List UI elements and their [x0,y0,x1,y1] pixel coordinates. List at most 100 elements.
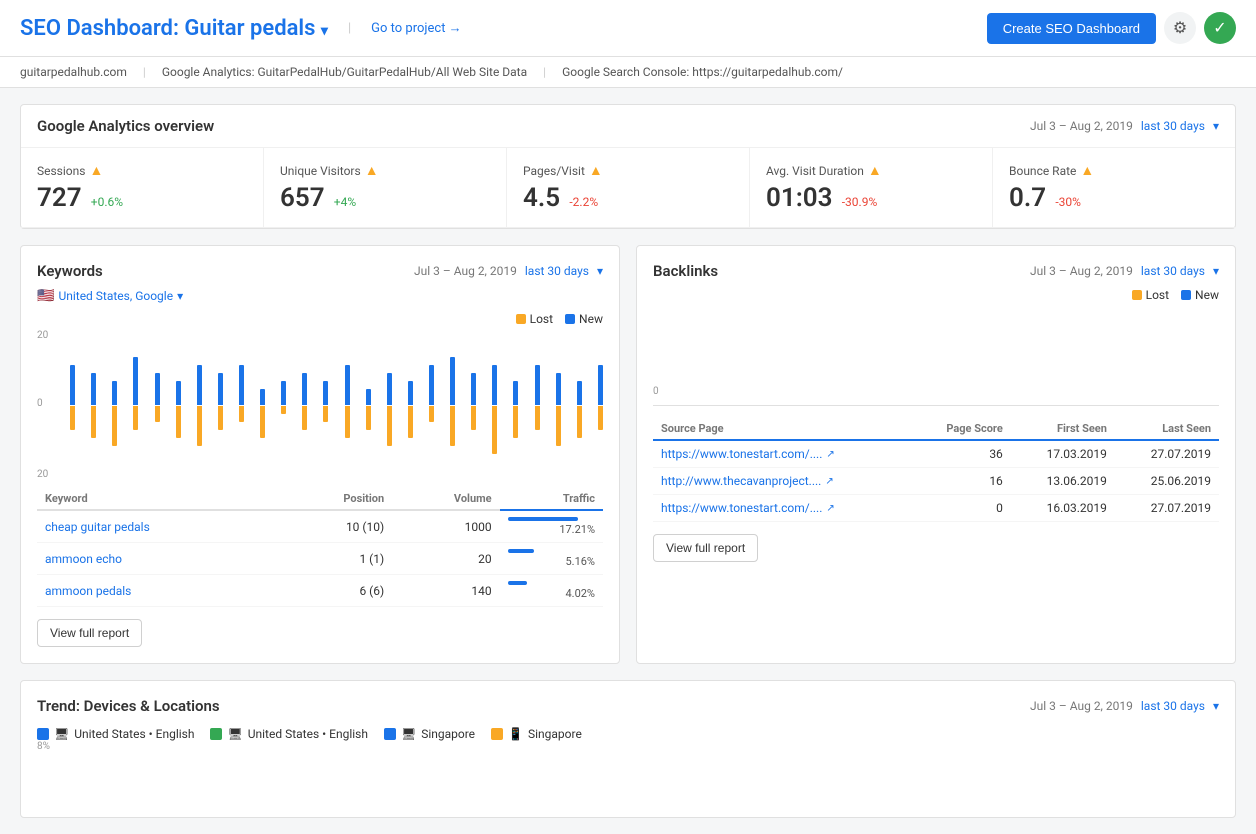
metric-bounce-value: 0.7 -30% [1009,183,1219,213]
keywords-table: Keyword Position Volume Traffic cheap gu… [37,488,603,607]
bar-group [500,330,518,480]
country-dropdown-icon[interactable]: ▾ [177,289,183,303]
user-button[interactable]: ✓ [1204,12,1236,44]
bar-lost [91,406,96,438]
trend-filter-item: 🖥 United States • English [210,727,367,741]
legend-new: New [565,312,603,326]
bar-group [141,330,159,480]
bars-container [57,330,603,480]
bar-new [387,373,392,405]
filter-label: United States • English [74,727,194,741]
filter-checkbox[interactable] [384,728,396,740]
kw-traffic: 17.21% [500,510,603,543]
bar-new [471,373,476,405]
keywords-header: Keywords Jul 3 – Aug 2, 2019 last 30 day… [37,262,603,280]
bar-group [99,330,117,480]
analytics-period[interactable]: last 30 days [1141,119,1205,133]
analytics-period-arrow[interactable]: ▾ [1213,119,1219,133]
backlinks-period-arrow[interactable]: ▾ [1213,264,1219,278]
bl-source-link[interactable]: https://www.tonestart.com/.... ↗ [661,501,904,515]
bar-lost [577,406,582,438]
metric-visitors: Unique Visitors ▲ 657 +4% [264,148,507,227]
trend-filter-item: 🖥 United States • English [37,727,194,741]
bar-new [260,389,265,405]
keywords-card: Keywords Jul 3 – Aug 2, 2019 last 30 day… [20,245,620,664]
trend-filter-item: 🖥 Singapore [384,727,475,741]
bl-lost-dot [1132,290,1142,300]
go-to-project-link[interactable]: Go to project → [371,20,462,36]
kw-keyword-link[interactable]: cheap guitar pedals [45,520,150,534]
kw-keyword-link[interactable]: ammoon pedals [45,584,131,598]
project-dropdown-arrow[interactable]: ▾ [321,23,328,39]
keywords-title: Keywords [37,262,103,280]
filter-checkbox[interactable] [37,728,49,740]
filter-device-icon: 📱 [508,727,523,741]
bar-lost [260,406,265,438]
bar-group [353,330,371,480]
backlinks-chart: 0 [653,306,1219,406]
bar-group [479,330,497,480]
bar-group [543,330,561,480]
metric-duration-label: Avg. Visit Duration ▲ [766,162,976,179]
bl-first-seen: 13.06.2019 [1011,468,1115,495]
metric-duration-value: 01:03 -30.9% [766,183,976,213]
settings-button[interactable]: ⚙ [1164,12,1196,44]
bar-new [197,365,202,405]
trend-header: Trend: Devices & Locations Jul 3 – Aug 2… [37,697,1219,715]
bar-group [585,330,603,480]
keywords-period-arrow[interactable]: ▾ [597,264,603,278]
bar-new [513,381,518,405]
keywords-period[interactable]: last 30 days [525,264,589,278]
backlinks-period[interactable]: last 30 days [1141,264,1205,278]
filter-label: Singapore [528,727,582,741]
trend-period-arrow[interactable]: ▾ [1213,699,1219,713]
bl-col-last: Last Seen [1115,418,1219,440]
kw-keyword-link[interactable]: ammoon echo [45,552,122,566]
bl-new-dot [1181,290,1191,300]
trend-filters: 🖥 United States • English 🖥 United State… [37,727,1219,741]
legend-lost: Lost [516,312,553,326]
filter-checkbox[interactable] [491,728,503,740]
traffic-bar [508,549,534,553]
bar-new [70,365,75,405]
bar-group [268,330,286,480]
bl-score: 0 [912,495,1011,522]
kw-volume: 20 [392,543,499,575]
metric-sessions-value: 727 +0.6% [37,183,247,213]
bl-legend-lost: Lost [1132,288,1169,302]
gear-icon: ⚙ [1173,18,1187,38]
trend-filter-item: 📱 Singapore [491,727,582,741]
keywords-view-report-button[interactable]: View full report [37,619,142,647]
create-seo-dashboard-button[interactable]: Create SEO Dashboard [987,13,1156,44]
kw-keyword: cheap guitar pedals [37,510,279,543]
kw-col-position: Position [279,488,393,510]
bar-lost [239,406,244,422]
bar-lost [556,406,561,446]
bar-group [247,330,265,480]
bar-new [155,373,160,405]
bar-group [416,330,434,480]
bl-source-link[interactable]: https://www.tonestart.com/.... ↗ [661,447,904,461]
bar-new [598,365,603,405]
bar-lost [513,406,518,438]
bar-new [239,365,244,405]
country-filter[interactable]: 🇺🇸 United States, Google ▾ [37,288,603,304]
new-dot [565,314,575,324]
header-separator: | [348,21,351,36]
bl-col-first: First Seen [1011,418,1115,440]
backlinks-view-report-button[interactable]: View full report [653,534,758,562]
top-header: SEO Dashboard: Guitar pedals ▾ | Go to p… [0,0,1256,57]
backlinks-date-range: Jul 3 – Aug 2, 2019 last 30 days ▾ [1030,264,1219,278]
bar-lost [429,406,434,422]
bar-lost [387,406,392,446]
bar-new [218,373,223,405]
bar-lost [176,406,181,438]
bl-source: http://www.thecavanproject.... ↗ [653,468,912,495]
bl-source-link[interactable]: http://www.thecavanproject.... ↗ [661,474,904,488]
trend-period[interactable]: last 30 days [1141,699,1205,713]
trend-title: Trend: Devices & Locations [37,697,220,715]
analytics-title: Google Analytics overview [37,117,214,135]
bl-legend-new: New [1181,288,1219,302]
kw-volume: 140 [392,575,499,607]
filter-checkbox[interactable] [210,728,222,740]
